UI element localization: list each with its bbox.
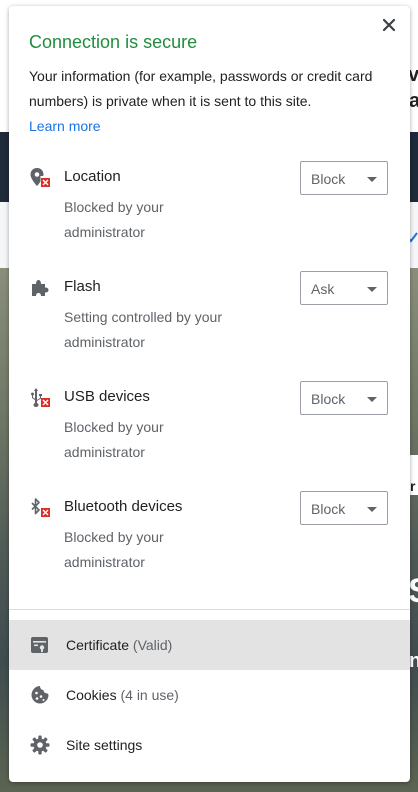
row-label: Cookies: [66, 687, 117, 703]
background-text: r: [410, 478, 416, 494]
location-blocked-icon: [30, 168, 50, 187]
permission-status: Blocked by your administrator: [64, 199, 164, 240]
permission-name: Bluetooth devices: [64, 498, 183, 515]
gear-icon: [30, 735, 50, 755]
usb-blocked-icon: [31, 388, 50, 407]
bluetooth-blocked-icon: [31, 498, 50, 517]
cookies-label-group: Cookies (4 in use): [66, 685, 179, 705]
usb-setting-dropdown[interactable]: Block: [300, 381, 388, 415]
permission-status: Blocked by your administrator: [64, 419, 164, 460]
cookie-icon: [31, 686, 49, 704]
permission-location: Location Blocked by your administrator B…: [9, 161, 410, 251]
dropdown-value: Block: [311, 171, 346, 187]
learn-more-link[interactable]: Learn more: [29, 116, 101, 136]
permission-name: USB devices: [64, 388, 150, 405]
background-text: a: [409, 90, 418, 112]
certificate-row[interactable]: Certificate (Valid): [9, 620, 410, 670]
certificate-icon: [31, 637, 48, 653]
connection-header: Connection is secure Your information (f…: [29, 30, 389, 136]
permission-status: Setting controlled by your administrator: [64, 309, 222, 350]
chevron-down-icon: [367, 287, 377, 292]
site-settings-label-group: Site settings: [66, 735, 142, 755]
location-setting-dropdown[interactable]: Block: [300, 161, 388, 195]
certificate-label-group: Certificate (Valid): [66, 635, 172, 655]
permission-name: Flash: [64, 278, 101, 295]
permission-usb: USB devices Blocked by your administrato…: [9, 381, 410, 471]
flash-setting-dropdown[interactable]: Ask: [300, 271, 388, 305]
puzzle-icon: [32, 280, 49, 296]
permission-name: Location: [64, 168, 121, 185]
chevron-down-icon: [367, 507, 377, 512]
background-text: n: [409, 650, 418, 672]
connection-description: Your information (for example, passwords…: [29, 68, 373, 109]
permission-bluetooth: Bluetooth devices Blocked by your admini…: [9, 491, 410, 581]
dropdown-value: Block: [311, 391, 346, 407]
cookies-row[interactable]: Cookies (4 in use): [9, 670, 410, 720]
site-settings-row[interactable]: Site settings: [9, 720, 410, 770]
dropdown-value: Block: [311, 501, 346, 517]
section-divider: [9, 609, 410, 610]
row-label: Certificate: [66, 637, 130, 653]
row-detail: (4 in use): [120, 687, 179, 703]
row-detail: (Valid): [132, 637, 173, 653]
page-info-popup: Connection is secure Your information (f…: [9, 6, 410, 782]
permission-flash: Flash Setting controlled by your adminis…: [9, 271, 410, 361]
row-label: Site settings: [66, 737, 143, 753]
dropdown-value: Ask: [311, 281, 335, 297]
bluetooth-setting-dropdown[interactable]: Block: [300, 491, 388, 525]
permission-status: Blocked by your administrator: [64, 529, 164, 570]
chevron-down-icon: [367, 397, 377, 402]
connection-title: Connection is secure: [29, 32, 198, 52]
chevron-down-icon: [367, 177, 377, 182]
